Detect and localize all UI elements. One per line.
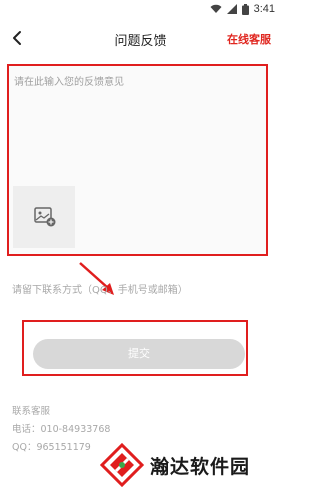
contact-info: 联系客服 电话：010-84933768 QQ：965151179	[12, 403, 110, 457]
contact-input[interactable]: 请留下联系方式（QQ、手机号或邮箱）	[12, 281, 188, 296]
contact-heading: 联系客服	[12, 406, 51, 417]
submit-highlight: 提交	[22, 320, 248, 376]
status-time: 3:41	[253, 3, 275, 15]
online-service-link[interactable]: 在线客服	[227, 31, 271, 47]
add-image-icon	[34, 207, 56, 227]
watermark: 瀚达软件园	[100, 440, 260, 490]
watermark-text: 瀚达软件园	[150, 455, 251, 478]
contact-qq: QQ：965151179	[12, 442, 91, 453]
contact-phone: 电话：010-84933768	[12, 424, 111, 435]
feedback-textarea[interactable]: 请在此输入您的反馈意见	[7, 64, 268, 256]
signal-icon	[226, 4, 237, 14]
header: 问题反馈 在线客服	[0, 20, 281, 58]
wifi-icon	[210, 4, 222, 13]
battery-icon	[241, 3, 249, 15]
watermark-logo-icon	[100, 443, 144, 487]
add-image-button[interactable]	[13, 186, 75, 248]
status-bar: 3:41	[0, 0, 281, 20]
submit-button[interactable]: 提交	[33, 339, 245, 369]
status-icons: 3:41	[210, 3, 275, 15]
feedback-placeholder: 请在此输入您的反馈意见	[14, 77, 124, 88]
